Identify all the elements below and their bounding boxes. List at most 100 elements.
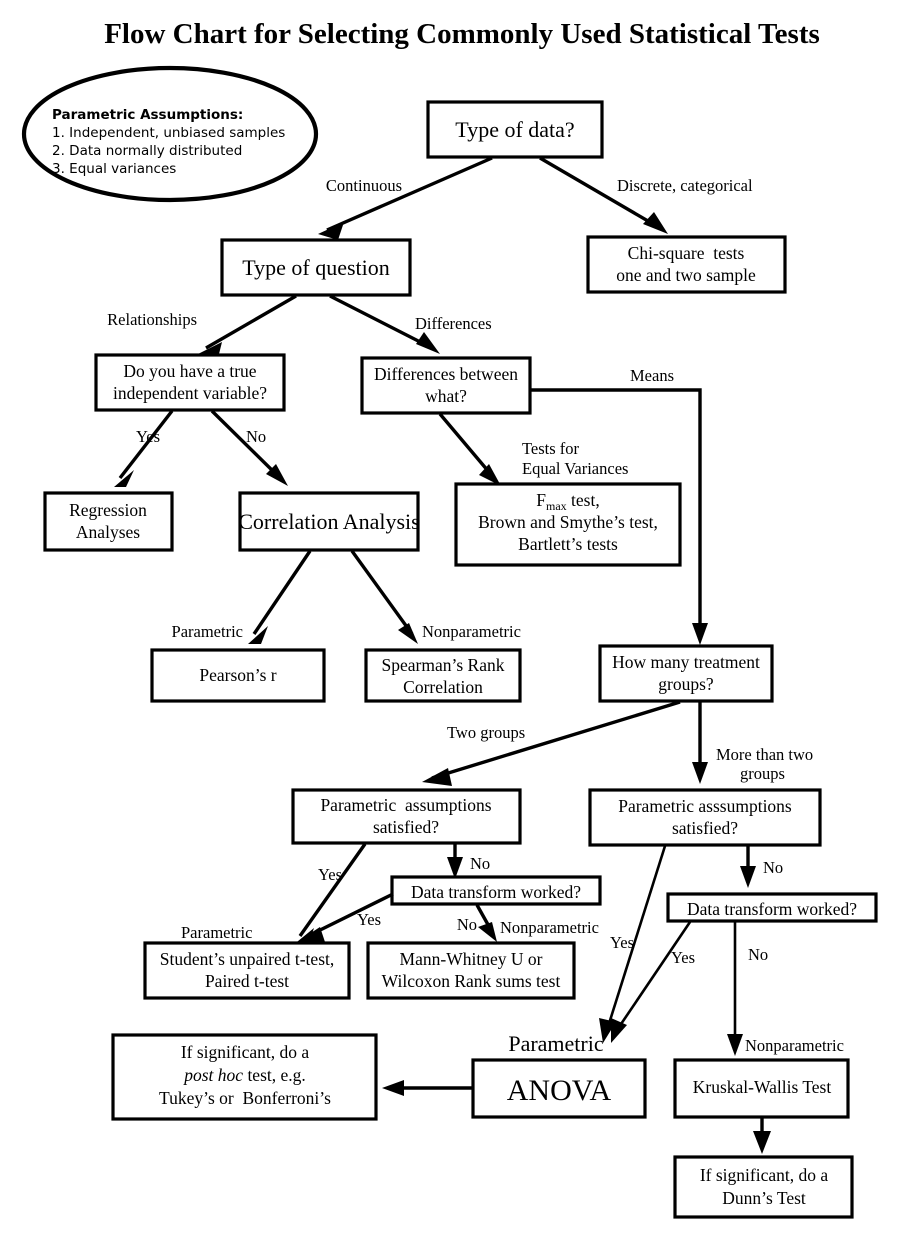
edge-label-differences: Differences bbox=[415, 314, 492, 333]
node-correlation-label: Correlation Analysis bbox=[238, 509, 419, 534]
edge-kruskal-to-dunn bbox=[753, 1118, 771, 1154]
edge-label-parametric-corr: Parametric bbox=[172, 622, 243, 641]
node-regression-label-1: Regression bbox=[69, 500, 147, 520]
node-transform-multi-label: Data transform worked? bbox=[687, 899, 857, 919]
edge-label-means: Means bbox=[630, 366, 674, 385]
node-dunns-test[interactable]: If significant, do a Dunn’s Test bbox=[673, 1155, 854, 1219]
edge-yes-two-param: Yes bbox=[292, 843, 367, 946]
node-t-tests-label-1: Student’s unpaired t-test, bbox=[160, 949, 335, 969]
node-chi-square[interactable]: Chi-square tests one and two sample bbox=[586, 235, 787, 294]
node-anova-label: ANOVA bbox=[507, 1074, 612, 1107]
edge-no-correlation: No bbox=[210, 409, 288, 486]
node-pearson-label: Pearson’s r bbox=[199, 665, 276, 685]
edge-label-tests-for: Tests for bbox=[522, 439, 580, 458]
edge-label-no-iv: No bbox=[246, 427, 266, 446]
edge-label-yes-two-transform: Yes bbox=[357, 910, 381, 929]
edge-label-nonparametric-corr: Nonparametric bbox=[422, 622, 521, 641]
node-post-hoc[interactable]: If significant, do a post hoc test, e.g.… bbox=[111, 1033, 378, 1121]
node-kruskal-label: Kruskal-Wallis Test bbox=[693, 1077, 832, 1097]
node-equal-variance-tests[interactable]: Fmax test, Brown and Smythe’s test, Bart… bbox=[454, 482, 682, 567]
flowchart-canvas: Flow Chart for Selecting Commonly Used S… bbox=[0, 0, 920, 1238]
arrow-head-dunn bbox=[753, 1131, 771, 1154]
assumptions-item-2: 2. Data normally distributed bbox=[52, 143, 242, 159]
node-diff-between-label-2: what? bbox=[425, 386, 467, 406]
node-dunn-label-2: Dunn’s Test bbox=[722, 1188, 806, 1208]
node-type-of-data[interactable]: Type of data? bbox=[426, 100, 604, 159]
node-data-transform-multi[interactable]: Data transform worked? bbox=[666, 892, 878, 923]
edge-label-continuous: Continuous bbox=[326, 176, 402, 195]
node-param-two-label-2: satisfied? bbox=[373, 817, 439, 837]
arrow-head-posthoc bbox=[382, 1080, 404, 1096]
edge-two-groups: Two groups bbox=[422, 700, 681, 786]
node-regression-analyses[interactable]: Regression Analyses bbox=[43, 491, 174, 552]
arrow-head-differences bbox=[416, 332, 440, 354]
edge-label-no-multi-transform: No bbox=[748, 945, 768, 964]
edge-label-parametric-anova: Parametric bbox=[508, 1031, 604, 1056]
node-how-many-groups-label-1: How many treatment bbox=[612, 652, 760, 672]
arrow-head-no-two-transform bbox=[478, 922, 497, 942]
edge-label-parametric-two: Parametric bbox=[181, 923, 252, 942]
edge-label-two-groups: Two groups bbox=[447, 723, 525, 742]
node-dunn-label-1: If significant, do a bbox=[700, 1165, 829, 1185]
edge-relationships: Relationships bbox=[107, 294, 297, 358]
node-type-of-question[interactable]: Type of question bbox=[220, 238, 412, 297]
node-type-of-data-label: Type of data? bbox=[455, 117, 574, 142]
arrow-head-no-multi-transform bbox=[727, 1034, 743, 1056]
node-t-tests[interactable]: Student’s unpaired t-test, Paired t-test bbox=[143, 941, 351, 1000]
node-regression-label-2: Analyses bbox=[76, 522, 140, 542]
edge-label-no-two-assump: No bbox=[470, 854, 490, 873]
node-true-iv-label-2: independent variable? bbox=[113, 383, 267, 403]
edge-label-yes-iv: Yes bbox=[136, 427, 160, 446]
arrow-head-discrete bbox=[643, 212, 668, 234]
arrow-head-spearman bbox=[398, 623, 418, 644]
node-t-tests-label-2: Paired t-test bbox=[205, 971, 289, 991]
node-mann-whitney-label-2: Wilcoxon Rank sums test bbox=[382, 971, 561, 991]
arrow-head-no-multi-param bbox=[740, 866, 756, 888]
edge-more-than-two-groups: More than two groups bbox=[692, 702, 813, 784]
node-transform-two-label: Data transform worked? bbox=[411, 882, 581, 902]
node-bartlett-label: Bartlett’s tests bbox=[518, 534, 618, 554]
arrow-head-continuous bbox=[318, 222, 344, 240]
node-mann-whitney[interactable]: Mann-Whitney U or Wilcoxon Rank sums tes… bbox=[366, 941, 576, 1000]
arrow-head-two-groups bbox=[422, 768, 452, 786]
node-post-hoc-label-2: post hoc test, e.g. bbox=[182, 1065, 306, 1085]
node-diff-between-label-1: Differences between bbox=[374, 364, 518, 384]
arrow-head-yes-multi-transform bbox=[611, 1018, 627, 1043]
assumptions-heading: Parametric Assumptions: bbox=[52, 107, 243, 123]
node-mann-whitney-label-1: Mann-Whitney U or bbox=[400, 949, 543, 969]
node-pearsons-r[interactable]: Pearson’s r bbox=[150, 648, 326, 703]
node-param-two-label-1: Parametric assumptions bbox=[320, 795, 491, 815]
assumptions-item-1: 1. Independent, unbiased samples bbox=[52, 125, 285, 141]
edge-yes-regression: Yes bbox=[114, 409, 174, 487]
node-spearman-label-1: Spearman’s Rank bbox=[382, 655, 505, 675]
node-param-assumptions-multi[interactable]: Parametric asssumptions satisfied? bbox=[588, 788, 822, 847]
page-title: Flow Chart for Selecting Commonly Used S… bbox=[104, 18, 820, 50]
node-true-iv-label-1: Do you have a true bbox=[123, 361, 256, 381]
assumptions-item-3: 3. Equal variances bbox=[52, 161, 176, 177]
edge-label-groups: groups bbox=[740, 764, 785, 783]
node-param-assumptions-two[interactable]: Parametric assumptions satisfied? bbox=[291, 788, 522, 845]
edge-label-yes-two-assump: Yes bbox=[318, 865, 342, 884]
node-anova[interactable]: ANOVA bbox=[471, 1058, 647, 1119]
edge-discrete: Discrete, categorical bbox=[539, 156, 753, 234]
node-how-many-treatment-groups[interactable]: How many treatment groups? bbox=[598, 644, 774, 703]
node-correlation-analysis[interactable]: Correlation Analysis bbox=[238, 491, 420, 552]
edge-label-yes-multi-transform: Yes bbox=[671, 948, 695, 967]
node-fmax-label: Fmax test, bbox=[536, 490, 599, 513]
node-kruskal-wallis[interactable]: Kruskal-Wallis Test bbox=[673, 1058, 850, 1119]
node-spearmans-rank-correlation[interactable]: Spearman’s Rank Correlation bbox=[364, 648, 522, 703]
edge-yes-multi-param: Yes bbox=[599, 845, 667, 1043]
node-post-hoc-label-1: If significant, do a bbox=[181, 1042, 310, 1062]
node-true-independent-variable[interactable]: Do you have a true independent variable? bbox=[94, 353, 286, 412]
node-chi-square-label-2: one and two sample bbox=[616, 265, 756, 285]
arrow-head-means bbox=[692, 623, 708, 645]
edge-label-equal-variances: Equal Variances bbox=[522, 459, 628, 478]
node-differences-between-what[interactable]: Differences between what? bbox=[360, 356, 532, 415]
edge-label-relationships: Relationships bbox=[107, 310, 197, 329]
node-type-of-question-label: Type of question bbox=[242, 255, 390, 280]
edge-label-no-multi-assump: No bbox=[763, 858, 783, 877]
node-post-hoc-label-3: Tukey’s or Bonferroni’s bbox=[159, 1088, 331, 1108]
edge-anova-to-posthoc bbox=[382, 1080, 473, 1096]
edge-label-nonparametric-two: Nonparametric bbox=[500, 918, 599, 937]
node-data-transform-two[interactable]: Data transform worked? bbox=[390, 875, 602, 906]
